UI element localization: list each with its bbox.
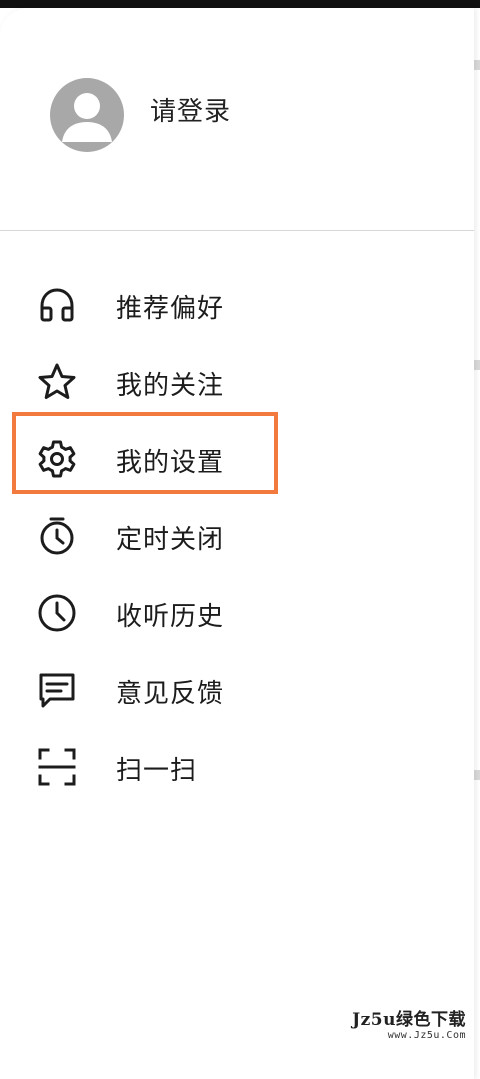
side-drawer: 请登录 推荐偏好 我的关注 我的设置 定时关闭 收听历史 意见反馈 扫一扫 bbox=[0, 8, 474, 1079]
clock-icon bbox=[36, 592, 78, 634]
menu-item-following[interactable]: 我的关注 bbox=[0, 343, 474, 420]
watermark: Jz5u绿色下载 www.Jz5u.Com bbox=[348, 1003, 470, 1043]
timer-icon bbox=[36, 515, 78, 557]
menu-item-label: 推荐偏好 bbox=[116, 294, 225, 324]
status-bar bbox=[0, 0, 480, 8]
message-icon bbox=[36, 669, 78, 711]
watermark-sub: www.Jz5u.Com bbox=[387, 1030, 466, 1041]
headphones-icon bbox=[36, 284, 78, 326]
menu-item-label: 我的关注 bbox=[116, 371, 225, 401]
menu-item-preferences[interactable]: 推荐偏好 bbox=[0, 266, 474, 343]
scan-icon bbox=[36, 746, 78, 788]
profile-header[interactable]: 请登录 bbox=[0, 8, 474, 230]
background-marker bbox=[474, 770, 480, 780]
user-avatar-icon[interactable] bbox=[50, 78, 124, 152]
drawer-menu: 推荐偏好 我的关注 我的设置 定时关闭 收听历史 意见反馈 扫一扫 bbox=[0, 266, 474, 805]
watermark-main: Jz5u绿色下载 bbox=[352, 1010, 466, 1030]
menu-item-label: 意见反馈 bbox=[116, 679, 225, 709]
background-marker bbox=[474, 60, 480, 70]
menu-item-label: 收听历史 bbox=[116, 602, 225, 632]
menu-item-settings[interactable]: 我的设置 bbox=[0, 420, 474, 497]
star-icon bbox=[36, 361, 78, 403]
gear-icon bbox=[36, 438, 78, 480]
menu-item-sleep-timer[interactable]: 定时关闭 bbox=[0, 497, 474, 574]
divider bbox=[0, 230, 474, 231]
menu-item-label: 定时关闭 bbox=[116, 525, 225, 555]
menu-item-history[interactable]: 收听历史 bbox=[0, 574, 474, 651]
menu-item-feedback[interactable]: 意见反馈 bbox=[0, 651, 474, 728]
menu-item-label: 我的设置 bbox=[116, 448, 225, 478]
background-marker bbox=[474, 360, 480, 370]
login-label[interactable]: 请登录 bbox=[150, 91, 231, 128]
screen: 请登录 推荐偏好 我的关注 我的设置 定时关闭 收听历史 意见反馈 扫一扫 Jz… bbox=[0, 0, 480, 1079]
menu-item-label: 扫一扫 bbox=[116, 756, 198, 786]
menu-item-scan[interactable]: 扫一扫 bbox=[0, 728, 474, 805]
